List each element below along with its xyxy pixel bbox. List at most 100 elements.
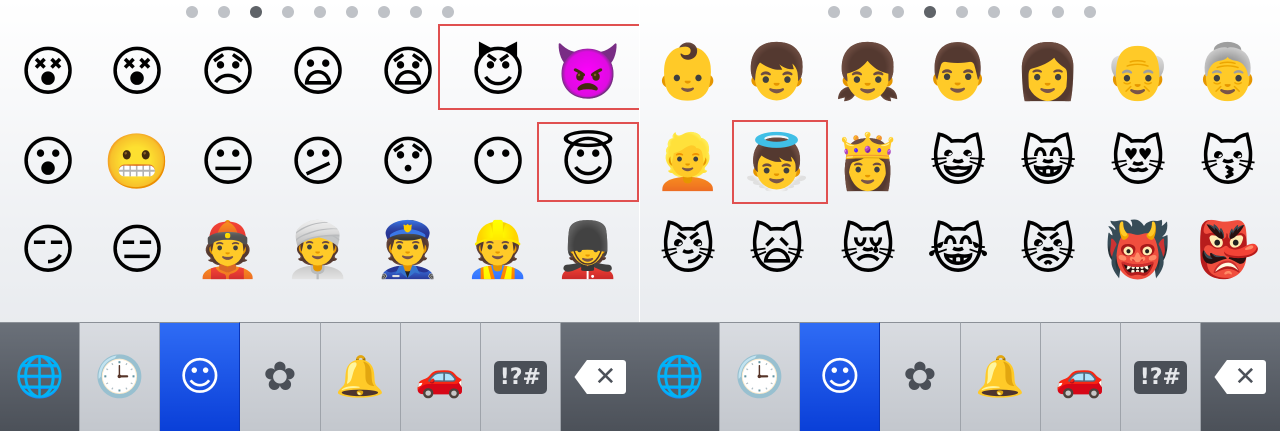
kissing-cat-emoji[interactable]: 😽 bbox=[1192, 126, 1264, 198]
boy-emoji[interactable]: 👦 bbox=[741, 36, 813, 108]
page-dot bbox=[346, 6, 358, 18]
flower-icon: ✿ bbox=[903, 354, 937, 400]
scream-cat-emoji[interactable]: 🙀 bbox=[741, 214, 813, 286]
symbols-category-key[interactable]: !?# bbox=[480, 322, 561, 431]
person-blond-hair-emoji[interactable]: 👱 bbox=[652, 126, 724, 198]
dizzy-face-emoji[interactable]: 😵 bbox=[12, 36, 84, 108]
expressionless-face-emoji[interactable]: 😑 bbox=[101, 214, 173, 286]
recents-key[interactable]: 🕒 bbox=[80, 322, 161, 431]
heart-eyes-cat-emoji[interactable]: 😻 bbox=[1102, 126, 1174, 198]
car-icon: 🚗 bbox=[415, 354, 466, 400]
page-dot bbox=[282, 6, 294, 18]
japanese-ogre-emoji[interactable]: 👹 bbox=[1102, 214, 1174, 286]
grimacing-face-emoji[interactable]: 😬 bbox=[101, 126, 173, 198]
emoji-keyboard-left: 😵 😵 😞 😦 😧 😈 👿 😮 😬 😐 😕 😯 😶 😇 😏 😑 👲 👳 👮 👷 💂 🌐 🕒 ☺ ✿ 🔔 🚗 !?# ✕ bbox=[0, 0, 640, 431]
globe-key[interactable]: 🌐 bbox=[0, 322, 81, 431]
page-dot bbox=[378, 6, 390, 18]
emoji-keyboard-right: 👶 👦 👧 👨 👩 👴 👵 👱 👼 👸 😺 😸 😻 😽 😼 🙀 😿 😹 😾 👹 👺 🌐 🕒 ☺ ✿ 🔔 🚗 !?# ✕ bbox=[640, 0, 1280, 431]
page-dot bbox=[218, 6, 230, 18]
backspace-key[interactable]: ✕ bbox=[1200, 322, 1280, 431]
category-toolbar: 🌐 🕒 ☺ ✿ 🔔 🚗 !?# ✕ bbox=[0, 322, 640, 431]
category-toolbar: 🌐 🕒 ☺ ✿ 🔔 🚗 !?# ✕ bbox=[640, 322, 1280, 431]
angry-imp-emoji[interactable]: 👿 bbox=[552, 36, 624, 108]
older-man-emoji[interactable]: 👴 bbox=[1102, 36, 1174, 108]
globe-icon: 🌐 bbox=[654, 354, 705, 400]
page-dot bbox=[314, 6, 326, 18]
grinning-cat-emoji[interactable]: 😸 bbox=[1012, 126, 1084, 198]
backspace-key[interactable]: ✕ bbox=[560, 322, 640, 431]
neutral-face-emoji[interactable]: 😐 bbox=[192, 126, 264, 198]
princess-emoji[interactable]: 👸 bbox=[832, 126, 904, 198]
astonished-dizzy-face-emoji[interactable]: 😵 bbox=[101, 36, 173, 108]
japanese-goblin-emoji[interactable]: 👺 bbox=[1192, 214, 1264, 286]
page-dot-active bbox=[250, 6, 262, 18]
confounded-face-emoji[interactable]: 😞 bbox=[192, 36, 264, 108]
page-dot bbox=[988, 6, 1000, 18]
older-woman-emoji[interactable]: 👵 bbox=[1192, 36, 1264, 108]
backspace-icon: ✕ bbox=[574, 360, 627, 394]
page-dot bbox=[186, 6, 198, 18]
page-indicator bbox=[186, 6, 454, 20]
page-dot bbox=[1020, 6, 1032, 18]
page-indicator bbox=[828, 6, 1096, 20]
page-dot-active bbox=[924, 6, 936, 18]
symbols-category-key[interactable]: !?# bbox=[1120, 322, 1201, 431]
people-category-key[interactable]: ☺ bbox=[160, 322, 241, 431]
man-with-turban-emoji[interactable]: 👳 bbox=[282, 214, 354, 286]
construction-worker-emoji[interactable]: 👷 bbox=[462, 214, 534, 286]
objects-category-key[interactable]: 🔔 bbox=[960, 322, 1041, 431]
joy-cat-emoji[interactable]: 😹 bbox=[922, 214, 994, 286]
page-dot bbox=[892, 6, 904, 18]
police-officer-emoji[interactable]: 👮 bbox=[372, 214, 444, 286]
pouting-cat-emoji[interactable]: 😾 bbox=[1012, 214, 1084, 286]
bell-icon: 🔔 bbox=[335, 354, 385, 400]
man-with-gua-pi-mao-emoji[interactable]: 👲 bbox=[192, 214, 264, 286]
page-dot bbox=[410, 6, 422, 18]
guardsman-emoji[interactable]: 💂 bbox=[552, 214, 624, 286]
bell-icon: 🔔 bbox=[975, 354, 1025, 400]
page-dot bbox=[828, 6, 840, 18]
symbols-icon: !?# bbox=[1133, 360, 1187, 394]
page-dot bbox=[1084, 6, 1096, 18]
backspace-icon: ✕ bbox=[1214, 360, 1267, 394]
globe-icon: 🌐 bbox=[14, 354, 65, 400]
car-icon: 🚗 bbox=[1055, 354, 1106, 400]
clock-icon: 🕒 bbox=[734, 354, 785, 400]
nature-category-key[interactable]: ✿ bbox=[240, 322, 321, 431]
page-dot bbox=[442, 6, 454, 18]
smiling-imp-emoji[interactable]: 😈 bbox=[462, 36, 534, 108]
woman-emoji[interactable]: 👩 bbox=[1012, 36, 1084, 108]
page-dot bbox=[860, 6, 872, 18]
anguished-face-emoji[interactable]: 😧 bbox=[372, 36, 444, 108]
page-dot bbox=[956, 6, 968, 18]
smiley-cat-emoji[interactable]: 😺 bbox=[922, 126, 994, 198]
baby-emoji[interactable]: 👶 bbox=[652, 36, 724, 108]
emoji-grid: 👶 👦 👧 👨 👩 👴 👵 👱 👼 👸 😺 😸 😻 😽 😼 🙀 😿 😹 😾 👹 👺 bbox=[640, 28, 1280, 322]
globe-key[interactable]: 🌐 bbox=[640, 322, 721, 431]
emoji-grid: 😵 😵 😞 😦 😧 😈 👿 😮 😬 😐 😕 😯 😶 😇 😏 😑 👲 👳 👮 👷 💂 bbox=[0, 28, 640, 322]
smirking-face-emoji[interactable]: 😏 bbox=[12, 214, 84, 286]
symbols-icon: !?# bbox=[493, 360, 547, 394]
man-emoji[interactable]: 👨 bbox=[922, 36, 994, 108]
frowning-face-emoji[interactable]: 😦 bbox=[282, 36, 354, 108]
recents-key[interactable]: 🕒 bbox=[720, 322, 801, 431]
smirk-cat-emoji[interactable]: 😼 bbox=[652, 214, 724, 286]
people-category-key[interactable]: ☺ bbox=[800, 322, 881, 431]
confused-face-emoji[interactable]: 😕 bbox=[282, 126, 354, 198]
baby-angel-emoji[interactable]: 👼 bbox=[741, 126, 813, 198]
flower-icon: ✿ bbox=[263, 354, 297, 400]
smiley-icon: ☺ bbox=[818, 354, 861, 400]
open-mouth-face-emoji[interactable]: 😮 bbox=[12, 126, 84, 198]
smiley-icon: ☺ bbox=[178, 354, 221, 400]
clock-icon: 🕒 bbox=[94, 354, 145, 400]
places-category-key[interactable]: 🚗 bbox=[400, 322, 481, 431]
innocent-face-emoji[interactable]: 😇 bbox=[552, 126, 624, 198]
page-dot bbox=[1052, 6, 1064, 18]
no-mouth-face-emoji[interactable]: 😶 bbox=[462, 126, 534, 198]
hushed-face-emoji[interactable]: 😯 bbox=[372, 126, 444, 198]
nature-category-key[interactable]: ✿ bbox=[880, 322, 961, 431]
crying-cat-emoji[interactable]: 😿 bbox=[832, 214, 904, 286]
girl-emoji[interactable]: 👧 bbox=[832, 36, 904, 108]
objects-category-key[interactable]: 🔔 bbox=[320, 322, 401, 431]
places-category-key[interactable]: 🚗 bbox=[1040, 322, 1121, 431]
